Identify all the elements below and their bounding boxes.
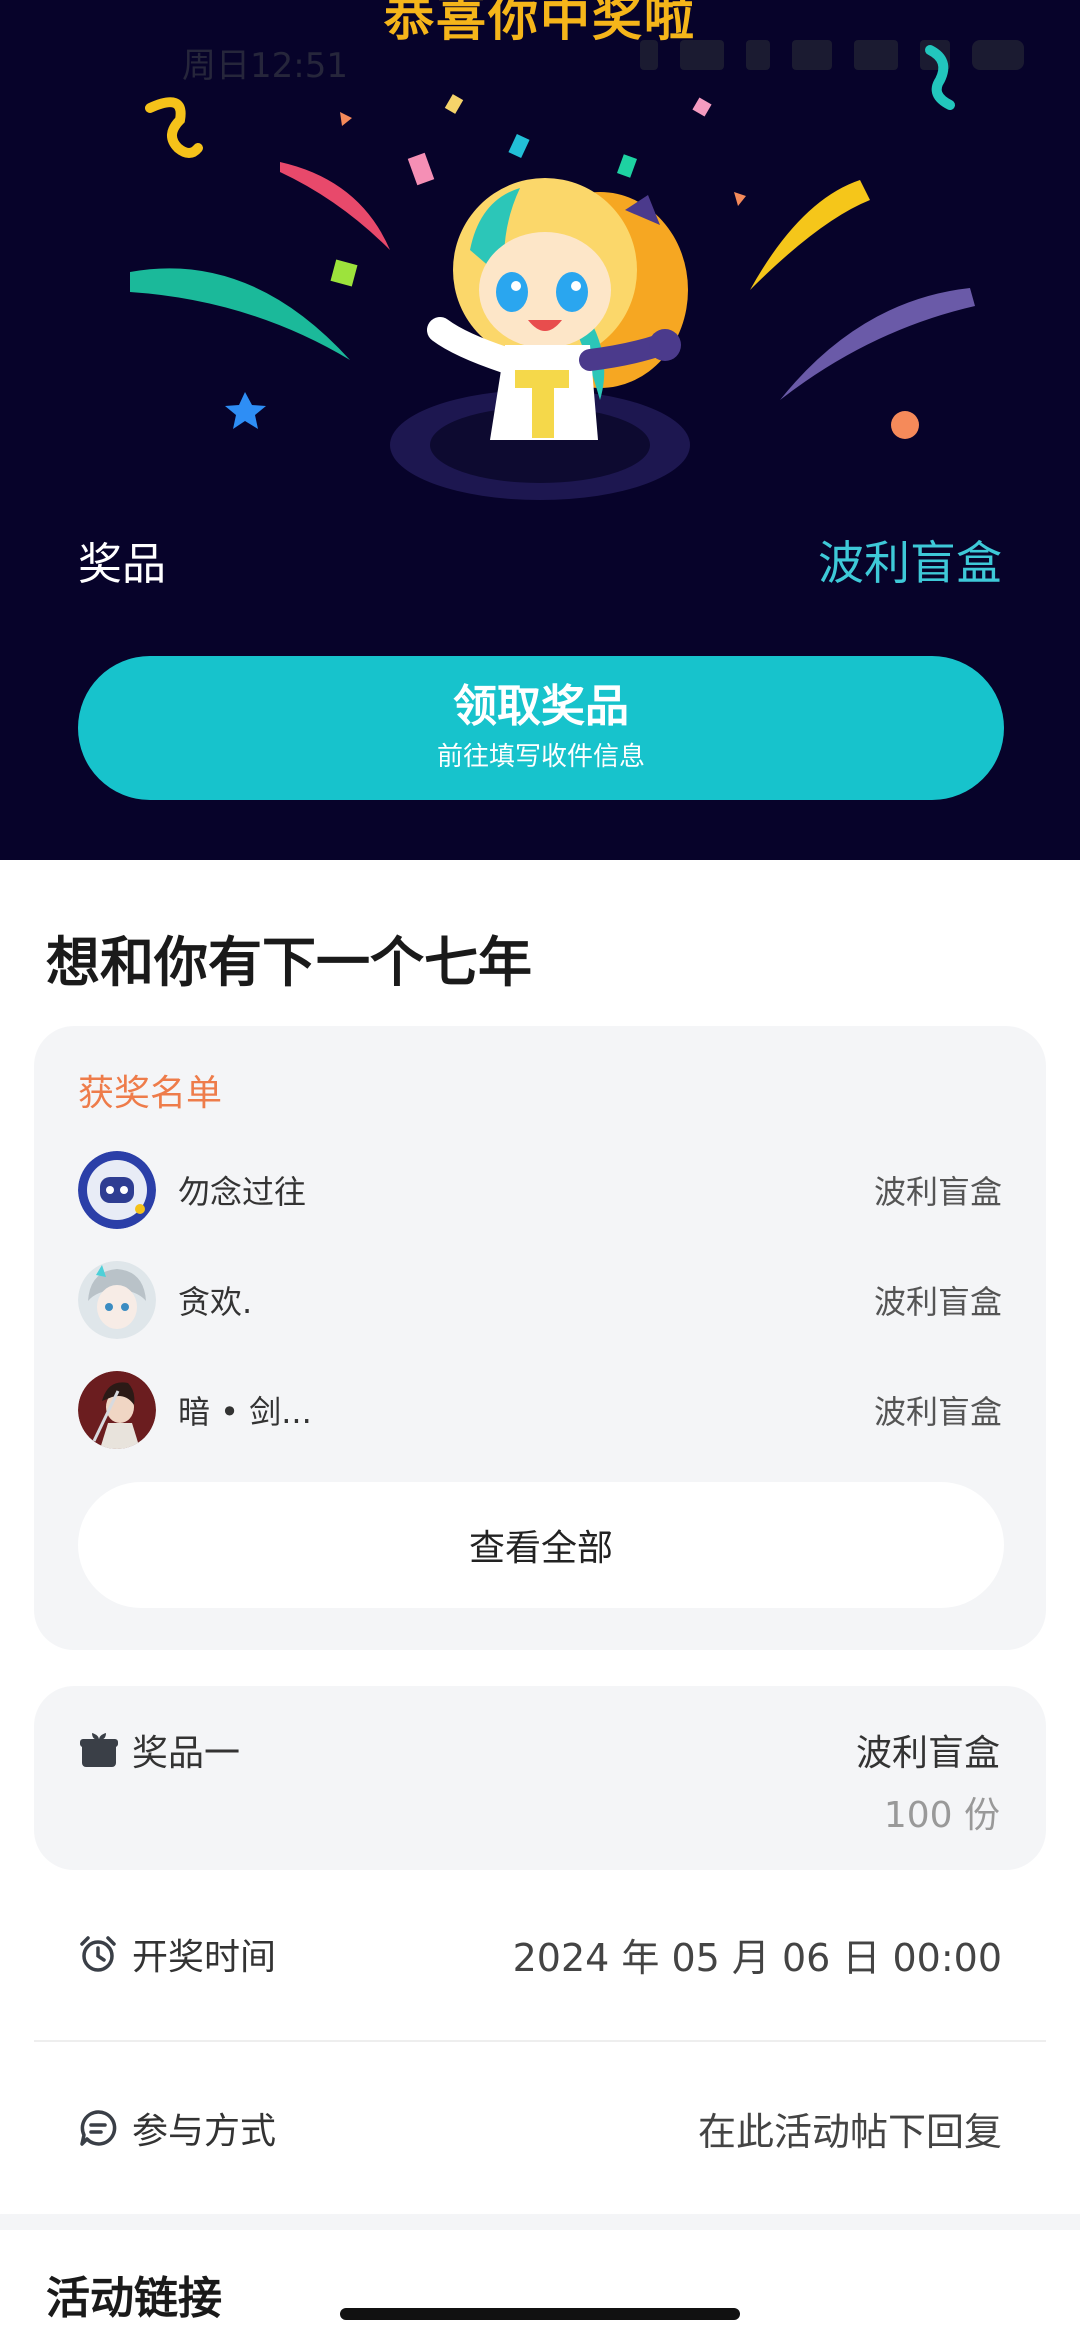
- prize-hero: 恭喜你中奖啦 周日12:51 奖品 波利盲盒 领取奖品 前往填写收件信息: [0, 0, 1080, 860]
- divider: [34, 2040, 1046, 2042]
- green-square: [330, 259, 358, 287]
- avatar: [78, 1371, 156, 1449]
- claim-prize-button[interactable]: 领取奖品 前往填写收件信息: [78, 656, 1004, 800]
- gift-icon: [80, 1733, 118, 1767]
- prize-label: 奖品: [78, 539, 166, 590]
- draw-time-label: 开奖时间: [132, 1937, 277, 1978]
- winner-row[interactable]: 贪欢. 波利盲盒: [78, 1260, 1002, 1340]
- robot-avatar-icon: [78, 1151, 156, 1229]
- claim-button-title: 领取奖品: [453, 681, 629, 732]
- blue-star: [225, 392, 266, 429]
- chat-bubble-icon: [80, 2110, 117, 2146]
- pink-confetti: [407, 152, 435, 186]
- winner-name: 贪欢.: [178, 1283, 253, 1321]
- yellow-confetti: [444, 94, 464, 114]
- prize-info-label-group: 奖品一: [80, 1724, 240, 1776]
- draw-time-value: 2024 年 05 月 06 日 00:00: [512, 1935, 1002, 1980]
- purple-streamer: [780, 288, 975, 400]
- orange-bit: [340, 112, 352, 126]
- winners-card: 获奖名单 勿念过往 波利盲盒 贪欢. 波利盲盒 暗 • 剑... 波利盲盒 查看…: [34, 1026, 1046, 1650]
- winner-prize: 波利盲盒: [873, 1173, 1002, 1211]
- winner-name: 勿念过往: [178, 1173, 307, 1211]
- prize-row: 奖品 波利盲盒: [78, 530, 1002, 590]
- page: 恭喜你中奖啦 周日12:51 奖品 波利盲盒 领取奖品 前往填写收件信息 想和你…: [0, 0, 1080, 2340]
- prize-info-name: 波利盲盒: [855, 1733, 1000, 1774]
- activity-title: 想和你有下一个七年: [46, 931, 532, 994]
- prize-value: 波利盲盒: [818, 536, 1002, 590]
- swordsman-avatar-icon: [78, 1371, 156, 1449]
- winner-row[interactable]: 暗 • 剑... 波利盲盒: [78, 1370, 1002, 1450]
- prize-info-label: 奖品一: [132, 1733, 241, 1774]
- winner-prize: 波利盲盒: [873, 1393, 1002, 1431]
- draw-time-row: 开奖时间 2024 年 05 月 06 日 00:00: [78, 1924, 1002, 1984]
- avatar: [78, 1261, 156, 1339]
- participation-row: 参与方式 在此活动帖下回复: [78, 2098, 1002, 2158]
- participation-label-group: 参与方式: [78, 2102, 276, 2154]
- avatar: [78, 1151, 156, 1229]
- prize-info-card: 奖品一 波利盲盒 100 份: [34, 1686, 1046, 1870]
- pink-bit: [692, 97, 712, 117]
- home-indicator[interactable]: [340, 2308, 740, 2320]
- winner-prize: 波利盲盒: [873, 1283, 1002, 1321]
- next-section-title: 活动链接: [46, 2273, 222, 2324]
- view-all-button[interactable]: 查看全部: [78, 1482, 1004, 1608]
- yellow-streamer: [750, 180, 870, 290]
- participation-value: 在此活动帖下回复: [697, 2109, 1002, 2154]
- prize-info-count: 100 份: [883, 1795, 1000, 1836]
- teal-confetti: [617, 154, 637, 178]
- participation-label: 参与方式: [132, 2111, 277, 2152]
- winner-row[interactable]: 勿念过往 波利盲盒: [78, 1150, 1002, 1230]
- cyan-confetti: [508, 133, 530, 159]
- alarm-clock-icon: [80, 1936, 116, 1972]
- yellow-squiggle: [145, 97, 203, 158]
- winner-name: 暗 • 剑...: [178, 1393, 312, 1431]
- anime-girl-avatar-icon: [78, 1261, 156, 1339]
- teal-squiggle: [925, 45, 955, 110]
- orange-dot: [891, 411, 919, 439]
- winners-header: 获奖名单: [78, 1073, 223, 1114]
- red-streamer: [280, 162, 390, 250]
- draw-time-label-group: 开奖时间: [78, 1928, 276, 1980]
- green-streamer: [130, 268, 350, 360]
- orange-bit-2: [734, 192, 746, 206]
- claim-button-subtitle: 前往填写收件信息: [436, 742, 645, 772]
- section-separator: [0, 2214, 1080, 2230]
